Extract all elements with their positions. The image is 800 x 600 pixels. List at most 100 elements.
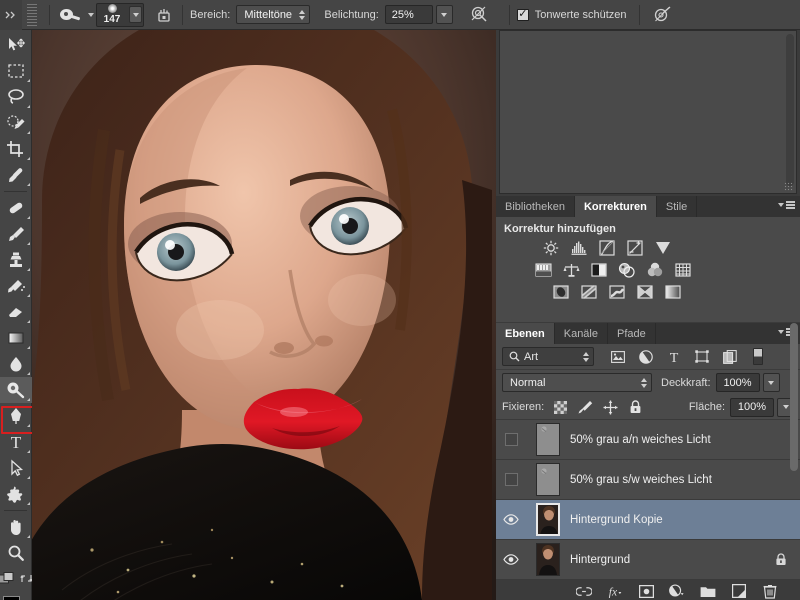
shape-layer-filter-icon[interactable] [694,349,709,364]
tool-preset-chevron-down-icon[interactable] [88,12,94,17]
tablet-pressure-icon[interactable] [653,4,675,26]
new-adjustment-layer-icon[interactable] [669,583,685,599]
table-row[interactable]: Hintergrund Kopie [496,500,800,540]
new-layer-icon[interactable] [731,583,747,599]
sidebar-tool-quick-selection[interactable] [0,110,32,136]
range-select[interactable]: Mitteltöne [236,5,311,24]
exposure-input[interactable]: 25% [384,5,433,24]
exposure-icon[interactable] [626,240,644,256]
options-bar-collapse-arrows[interactable] [0,0,22,30]
lock-transparent-pixels-icon[interactable] [553,400,568,415]
filter-enable-toggle[interactable] [753,348,763,365]
sidebar-tool-type[interactable]: T [0,429,32,455]
fill-input[interactable]: 100% [730,397,774,417]
lock-position-icon[interactable] [603,400,618,415]
tab-bibliotheken[interactable]: Bibliotheken [496,196,575,217]
layer-visibility-toggle[interactable] [496,554,526,565]
corrections-panel-menu-icon[interactable] [778,201,795,209]
upper-panel-scrollbar[interactable] [786,34,794,186]
options-bar-drag-handle[interactable] [27,3,37,26]
sidebar-tool-zoom[interactable] [0,540,32,566]
lock-image-pixels-icon[interactable] [578,400,593,415]
table-row[interactable]: 50% grau a/n weiches Licht [496,420,800,460]
black-white-icon[interactable] [590,262,608,278]
selective-color-icon[interactable] [636,284,654,300]
lock-all-icon[interactable] [628,400,643,415]
curves-icon[interactable] [598,240,616,256]
document-canvas[interactable] [32,30,496,600]
sidebar-tool-pen[interactable] [0,403,32,429]
brush-preset-picker[interactable]: 147 [96,2,144,27]
sidebar-tool-brush[interactable] [0,221,32,247]
sidebar-tool-lasso[interactable] [0,84,32,110]
sidebar-tool-history-brush[interactable] [0,273,32,299]
brush-picker-chevron-down-icon[interactable] [129,6,142,23]
layers-scrollbar[interactable] [790,323,798,471]
adjustment-layer-filter-icon[interactable] [638,349,653,364]
swap-colors-icon[interactable] [19,572,33,588]
layer-visibility-toggle[interactable] [496,514,526,525]
color-lookup-icon[interactable] [674,262,692,278]
tab-ebenen[interactable]: Ebenen [496,323,555,344]
sidebar-tool-clone-stamp[interactable] [0,247,32,273]
tab-stile[interactable]: Stile [656,196,698,217]
blend-mode-select[interactable]: Normal [502,373,652,392]
levels-icon[interactable] [570,240,588,256]
tab-kanaele[interactable]: Kanäle [554,323,608,344]
color-swatches[interactable] [0,594,32,600]
opacity-input[interactable]: 100% [715,373,760,392]
color-balance-icon[interactable] [562,262,580,278]
layer-thumbnail-cell[interactable] [526,503,570,536]
add-layer-mask-icon[interactable] [638,583,654,599]
opacity-chevron-down-icon[interactable] [762,373,780,392]
invert-icon[interactable] [552,284,570,300]
sidebar-tool-eraser[interactable] [0,299,32,325]
layer-visibility-toggle[interactable] [496,433,526,446]
type-layer-filter-icon[interactable]: T [666,349,681,364]
hue-saturation-icon[interactable] [534,262,552,278]
protect-tones-checkbox[interactable]: ✓ Tonwerte schützen [516,8,627,21]
delete-layer-icon[interactable] [762,583,778,599]
sidebar-tool-move[interactable] [0,32,32,58]
new-group-icon[interactable] [700,583,716,599]
exposure-chevron-down-icon[interactable] [435,5,453,24]
layer-thumbnail-cell[interactable] [526,423,570,456]
sidebar-tool-eyedropper[interactable] [0,162,32,188]
layer-thumbnail-cell[interactable] [526,463,570,496]
sidebar-tool-marquee[interactable] [0,58,32,84]
sidebar-tool-gradient[interactable] [0,325,32,351]
threshold-icon[interactable] [608,284,626,300]
tab-pfade[interactable]: Pfade [608,323,656,344]
channel-mixer-icon[interactable] [646,262,664,278]
sidebar-tool-healing-brush[interactable] [0,195,32,221]
layer-filter-type-select[interactable]: Art [502,347,594,366]
sidebar-tool-blur[interactable] [0,351,32,377]
brightness-contrast-icon[interactable] [542,240,560,256]
tab-label: Pfade [617,327,646,340]
upper-panel-area[interactable] [499,30,797,194]
layer-visibility-toggle[interactable] [496,473,526,486]
link-layers-icon[interactable] [576,583,592,599]
vibrance-icon[interactable] [654,240,672,256]
airbrush-pressure-icon[interactable] [469,4,491,26]
gradient-map-icon[interactable] [664,284,682,300]
smart-object-filter-icon[interactable] [722,349,737,364]
sidebar-tool-path-selection[interactable] [0,455,32,481]
pixel-layer-filter-icon[interactable] [610,349,625,364]
sidebar-tool-custom-shape[interactable] [0,481,32,507]
foreground-color-swatch[interactable] [3,596,20,600]
sidebar-tool-crop[interactable] [0,136,32,162]
brush-panel-toggle-icon[interactable] [153,4,175,26]
posterize-icon[interactable] [580,284,598,300]
sidebar-tool-hand[interactable] [0,514,32,540]
tab-korrekturen[interactable]: Korrekturen [574,196,657,217]
sidebar-tool-dodge[interactable] [0,377,32,403]
table-row[interactable]: 50% grau s/w weiches Licht [496,460,800,500]
dodge-tool-icon[interactable] [57,4,83,26]
layer-style-fx-icon[interactable]: fx [607,583,623,599]
layer-thumbnail-cell[interactable] [526,543,570,576]
table-row[interactable]: Hintergrund [496,540,800,580]
panel-resize-grip[interactable] [784,182,793,191]
quick-mask-icon[interactable] [0,571,15,589]
photo-filter-icon[interactable] [618,262,636,278]
